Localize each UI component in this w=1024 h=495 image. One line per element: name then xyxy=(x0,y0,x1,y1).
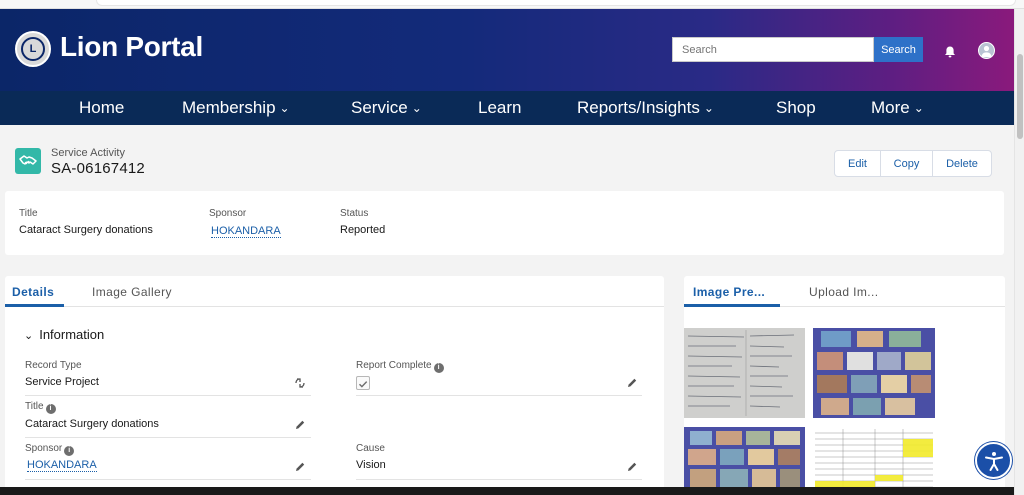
section-title: Information xyxy=(39,327,105,342)
page-scrollbar[interactable] xyxy=(1014,9,1024,495)
record-id: SA-06167412 xyxy=(51,160,145,177)
search-button[interactable]: Search xyxy=(874,37,923,62)
site-header: L Lion Portal Search xyxy=(0,9,1014,91)
nav-label: Learn xyxy=(478,98,522,117)
os-taskbar xyxy=(0,487,1014,495)
title-label-text: Title xyxy=(25,401,44,412)
spreadsheet-image xyxy=(813,427,935,491)
tab-image-preview[interactable]: Image Pre... xyxy=(693,285,765,299)
tab-upload-image[interactable]: Upload Im... xyxy=(809,285,879,299)
cause-field-value: Vision xyxy=(356,459,386,471)
nav-label: Shop xyxy=(776,98,816,117)
lions-logo-emblem: L xyxy=(21,37,45,61)
field-divider xyxy=(356,395,642,396)
main-nav: Home Membership ⌄ Service ⌄ Learn Reports/… xyxy=(0,91,1014,125)
highlight-title-value: Cataract Surgery donations xyxy=(19,224,153,236)
sponsor-link-text[interactable]: HOKANDARA xyxy=(211,225,281,238)
change-record-type-icon[interactable] xyxy=(294,377,306,389)
copy-button[interactable]: Copy xyxy=(881,151,933,176)
nav-item-learn[interactable]: Learn xyxy=(478,98,521,118)
user-avatar-icon[interactable] xyxy=(978,42,995,59)
highlight-status-label: Status xyxy=(340,208,369,219)
browser-tab-bar xyxy=(96,0,1016,6)
image-thumbnail-photo-collage-2[interactable] xyxy=(684,427,805,491)
nav-item-home[interactable]: Home xyxy=(79,98,124,118)
image-thumbnail-handwritten-list[interactable] xyxy=(684,328,805,418)
accessibility-icon xyxy=(984,451,1003,471)
checkmark-icon xyxy=(359,381,368,388)
delete-button[interactable]: Delete xyxy=(933,151,991,176)
tab-active-indicator xyxy=(684,304,780,307)
image-thumbnail-spreadsheet[interactable] xyxy=(813,427,935,491)
sponsor-link[interactable]: HOKANDARA xyxy=(27,459,97,472)
highlight-sponsor-label: Sponsor xyxy=(209,208,247,219)
title-field-value: Cataract Surgery donations xyxy=(25,418,159,430)
nav-label: Reports/Insights xyxy=(577,98,700,117)
sponsor-field-value[interactable]: HOKANDARA xyxy=(27,459,97,472)
user-silhouette-icon xyxy=(981,45,992,57)
report-complete-checkbox xyxy=(356,376,370,390)
photo-collage-image xyxy=(813,328,935,418)
bell-icon[interactable] xyxy=(943,45,957,59)
info-icon[interactable]: i xyxy=(45,404,56,414)
nav-item-membership[interactable]: Membership ⌄ xyxy=(182,98,290,118)
nav-label: Home xyxy=(79,98,125,117)
section-information[interactable]: ⌄ Information xyxy=(24,327,104,342)
edit-pencil-icon[interactable] xyxy=(626,377,638,389)
chevron-down-icon: ⌄ xyxy=(703,101,714,115)
report-complete-label-text: Report Complete xyxy=(356,360,432,371)
tab-active-indicator xyxy=(5,304,64,307)
chevron-down-icon: ⌄ xyxy=(24,330,34,342)
field-divider xyxy=(25,479,311,480)
highlight-status-value: Reported xyxy=(340,224,386,236)
highlight-sponsor-link[interactable]: HOKANDARA xyxy=(211,225,281,238)
sponsor-field-label: Sponsor i xyxy=(25,443,75,456)
highlights-panel: Title Cataract Surgery donations Sponsor… xyxy=(5,191,1004,255)
chevron-down-icon: ⌄ xyxy=(411,101,422,115)
record-type-label: Service Activity xyxy=(51,147,125,159)
record-action-buttons: Edit Copy Delete xyxy=(834,150,992,177)
nav-item-reports-insights[interactable]: Reports/Insights ⌄ xyxy=(577,98,714,118)
nav-label: More xyxy=(871,98,910,117)
nav-item-more[interactable]: More ⌄ xyxy=(871,98,924,118)
sponsor-label-text: Sponsor xyxy=(25,443,63,454)
nav-label: Service xyxy=(351,98,408,117)
record-type-field-value: Service Project xyxy=(25,376,99,388)
nav-item-service[interactable]: Service ⌄ xyxy=(351,98,422,118)
highlight-title-label: Title xyxy=(19,208,38,219)
lions-logo[interactable]: L xyxy=(15,31,51,67)
chevron-down-icon: ⌄ xyxy=(913,101,924,115)
details-card xyxy=(5,276,664,495)
nav-item-shop[interactable]: Shop xyxy=(776,98,816,118)
cause-field-label: Cause xyxy=(356,443,385,454)
browser-top-strip xyxy=(0,0,1024,9)
tab-image-gallery[interactable]: Image Gallery xyxy=(92,285,172,299)
chevron-down-icon: ⌄ xyxy=(279,101,290,115)
site-brand[interactable]: Lion Portal xyxy=(60,31,203,63)
handwritten-page-image xyxy=(684,328,805,418)
edit-pencil-icon[interactable] xyxy=(294,419,306,431)
tab-divider xyxy=(5,306,664,307)
handshake-icon xyxy=(15,148,41,174)
search-input[interactable] xyxy=(672,37,874,62)
field-divider xyxy=(25,395,311,396)
photo-collage-image xyxy=(684,427,805,491)
edit-pencil-icon[interactable] xyxy=(626,461,638,473)
field-divider xyxy=(25,437,311,438)
info-icon[interactable]: i xyxy=(433,363,444,373)
tab-details[interactable]: Details xyxy=(12,285,54,299)
edit-button[interactable]: Edit xyxy=(835,151,881,176)
info-icon[interactable]: i xyxy=(64,446,75,456)
image-thumbnail-photo-collage[interactable] xyxy=(813,328,935,418)
scrollbar-thumb[interactable] xyxy=(1017,54,1023,139)
title-field-label: Title i xyxy=(25,401,56,414)
record-type-field-label: Record Type xyxy=(25,360,82,371)
report-complete-field-label: Report Complete i xyxy=(356,360,444,373)
field-divider xyxy=(356,479,642,480)
accessibility-button[interactable] xyxy=(975,442,1012,479)
nav-label: Membership xyxy=(182,98,276,117)
edit-pencil-icon[interactable] xyxy=(294,461,306,473)
